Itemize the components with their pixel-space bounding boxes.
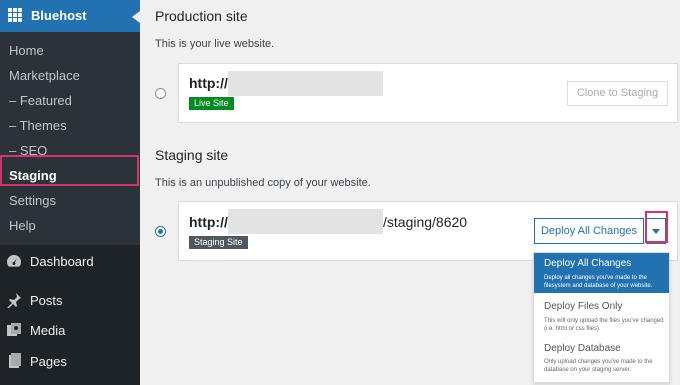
grid-icon xyxy=(8,8,22,22)
bluehost-submenu: Home Marketplace – Featured – Themes – S… xyxy=(0,32,140,245)
menu-item-media[interactable]: Media xyxy=(30,323,65,338)
deploy-option-files-desc: This will only upload the files you've c… xyxy=(544,318,664,332)
admin-sidebar: Bluehost Home Marketplace – Featured – T… xyxy=(0,0,140,385)
submenu-item-home[interactable]: Home xyxy=(9,43,44,58)
deploy-option-all[interactable]: Deploy All Changes Deploy all changes yo… xyxy=(534,253,669,293)
clone-to-staging-button[interactable]: Clone to Staging xyxy=(567,81,668,106)
staging-url-prefix: http:// xyxy=(189,214,228,230)
staging-radio[interactable] xyxy=(155,226,166,237)
deploy-option-all-title: Deploy All Changes xyxy=(544,258,632,269)
staging-section-title: Staging site xyxy=(155,147,229,163)
redacted-production-url xyxy=(228,71,383,96)
deploy-option-files-title: Deploy Files Only xyxy=(544,301,623,312)
staging-site-badge: Staging Site xyxy=(189,236,248,249)
brand-label: Bluehost xyxy=(31,8,87,23)
pages-icon xyxy=(9,353,21,368)
production-radio[interactable] xyxy=(155,88,166,99)
live-site-badge: Live Site xyxy=(189,97,234,110)
pushpin-icon xyxy=(7,293,21,308)
deploy-option-database-title: Deploy Database xyxy=(544,343,621,354)
submenu-item-themes[interactable]: – Themes xyxy=(9,118,67,133)
production-section-title: Production site xyxy=(155,8,248,24)
production-url-prefix: http:// xyxy=(189,75,228,91)
deploy-option-files[interactable]: Deploy Files Only This will only upload … xyxy=(534,293,669,337)
submenu-item-marketplace[interactable]: Marketplace xyxy=(9,68,80,83)
deploy-options-menu: Deploy All Changes Deploy all changes yo… xyxy=(533,252,670,383)
menu-item-dashboard[interactable]: Dashboard xyxy=(30,254,94,269)
bluehost-menu-header[interactable]: Bluehost xyxy=(0,0,140,32)
menu-item-pages[interactable]: Pages xyxy=(30,354,67,369)
deploy-option-database[interactable]: Deploy Database Only upload changes you'… xyxy=(534,337,669,382)
production-description: This is your live website. xyxy=(155,38,275,50)
staging-description: This is an unpublished copy of your webs… xyxy=(155,177,371,189)
submenu-item-settings[interactable]: Settings xyxy=(9,193,56,208)
deploy-option-all-desc: Deploy all changes you've made to the fi… xyxy=(544,275,653,289)
submenu-item-help[interactable]: Help xyxy=(9,218,36,233)
menu-item-posts[interactable]: Posts xyxy=(30,293,63,308)
submenu-item-featured[interactable]: – Featured xyxy=(9,93,72,108)
media-icon xyxy=(7,323,21,336)
deploy-option-database-desc: Only upload changes you've made to the d… xyxy=(544,359,653,373)
redacted-staging-url xyxy=(228,209,383,234)
deploy-all-changes-button[interactable]: Deploy All Changes xyxy=(534,218,644,244)
staging-url-suffix: /staging/8620 xyxy=(383,214,468,230)
staging-highlight-box xyxy=(0,155,139,186)
current-menu-arrow-icon xyxy=(132,11,140,23)
caret-highlight-box xyxy=(645,211,668,243)
dashboard-icon xyxy=(7,255,21,267)
